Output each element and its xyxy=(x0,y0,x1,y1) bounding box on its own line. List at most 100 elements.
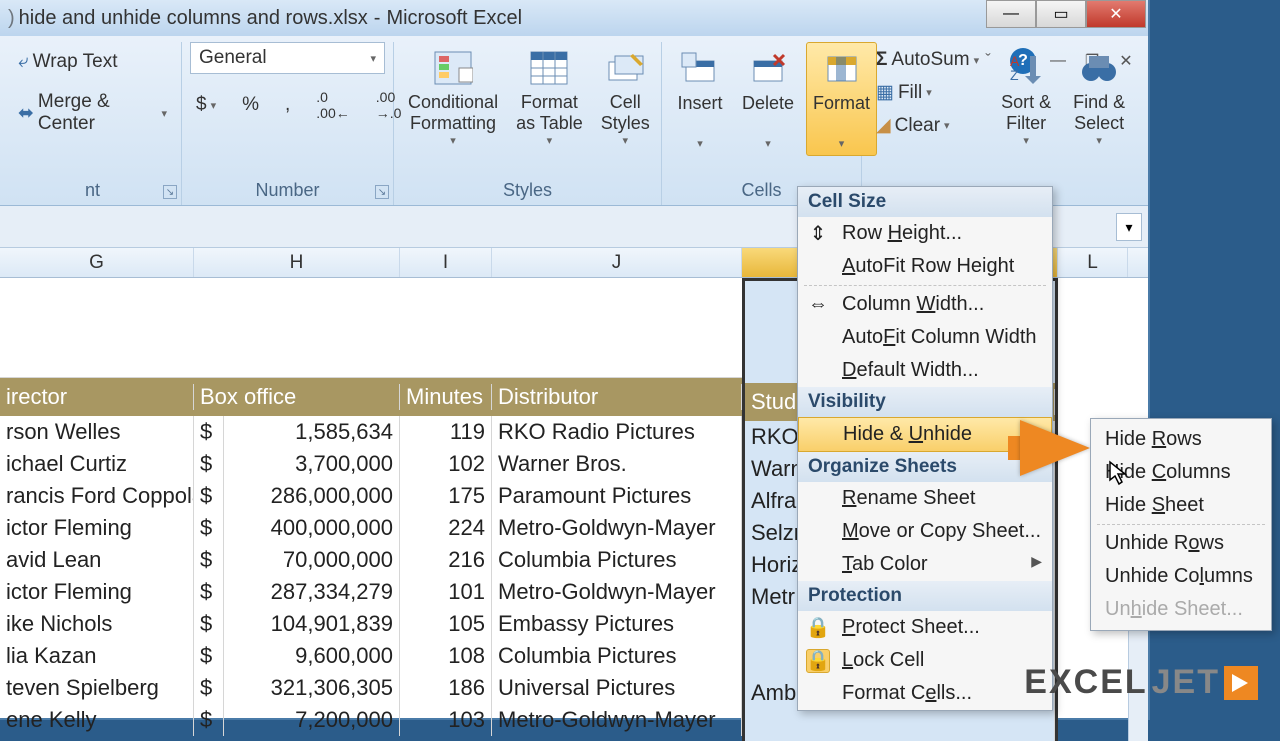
table-row[interactable]: ictor Fleming$400,000,000224Metro-Goldwy… xyxy=(0,512,742,544)
delete-label: Delete xyxy=(742,93,794,114)
column-width-icon: ⇔ xyxy=(806,293,830,317)
wrap-text-icon: ⤶ xyxy=(18,51,29,73)
insert-button[interactable]: Insert▾ xyxy=(670,43,730,155)
sort-filter-label: Sort & Filter xyxy=(1001,92,1051,133)
logo-play-icon xyxy=(1224,666,1258,700)
table-row[interactable]: avid Lean$70,000,000216Columbia Pictures xyxy=(0,544,742,576)
menu-autofit-row[interactable]: AutoFit Row Height xyxy=(798,250,1052,283)
number-format-value: General xyxy=(199,47,267,69)
table-row[interactable]: lia Kazan$9,600,000108Columbia Pictures xyxy=(0,640,742,672)
fill-button[interactable]: ▦Fill▾ xyxy=(870,78,985,107)
menu-section-protection: Protection xyxy=(798,581,1052,611)
number-group-label: Number xyxy=(182,180,393,201)
binoculars-icon xyxy=(1075,46,1123,90)
col-header-i[interactable]: I xyxy=(400,248,492,277)
find-select-button[interactable]: Find & Select▾ xyxy=(1067,42,1131,152)
insert-icon xyxy=(676,47,724,91)
menu-autofit-column[interactable]: AutoFit Column Width xyxy=(798,321,1052,354)
conditional-formatting-icon xyxy=(429,46,477,90)
sort-filter-icon: AZ xyxy=(1002,46,1050,90)
fill-icon: ▦ xyxy=(876,81,894,104)
autosum-button[interactable]: ΣAutoSum▾ xyxy=(870,46,985,74)
ribbon: ⤶ Wrap Text ⬌ Merge & Center ▾ nt ↘ Gene… xyxy=(0,36,1148,206)
menu-move-copy[interactable]: Move or Copy Sheet... xyxy=(798,515,1052,548)
mouse-cursor-icon xyxy=(1108,460,1130,492)
menu-tab-color[interactable]: Tab Color▶ xyxy=(798,548,1052,581)
submenu-unhide-rows[interactable]: Unhide Rows xyxy=(1091,527,1271,560)
maximize-button[interactable]: ▭ xyxy=(1036,0,1086,28)
close-button[interactable]: ✕ xyxy=(1086,0,1146,28)
table-row[interactable] xyxy=(745,709,1055,741)
sort-filter-button[interactable]: AZ Sort & Filter▾ xyxy=(995,42,1057,152)
title-bar: ) hide and unhide columns and rows.xlsx … xyxy=(0,0,1148,36)
table-row[interactable]: rancis Ford Coppola$286,000,000175Paramo… xyxy=(0,480,742,512)
window-controls: — ▭ ✕ xyxy=(986,0,1146,28)
menu-format-cells[interactable]: Format Cells... xyxy=(798,677,1052,710)
delete-button[interactable]: Delete▾ xyxy=(736,43,800,155)
callout-arrow xyxy=(1020,420,1090,476)
svg-text:Z: Z xyxy=(1010,67,1019,83)
table-row[interactable]: ene Kelly$7,200,000103Metro-Goldwyn-Maye… xyxy=(0,704,742,736)
alignment-group-label: nt xyxy=(4,180,181,201)
document-title: hide and unhide columns and rows.xlsx xyxy=(19,7,368,30)
alignment-dialog-launcher[interactable]: ↘ xyxy=(163,185,177,199)
col-header-l[interactable]: L xyxy=(1058,248,1128,277)
menu-row-height[interactable]: ⇕ Row Height... xyxy=(798,217,1052,250)
col-header-j[interactable]: J xyxy=(492,248,742,277)
formula-expand-button[interactable]: ▾ xyxy=(1116,213,1142,241)
menu-column-width[interactable]: ⇔ Column Width... xyxy=(798,288,1052,321)
cell-styles-button[interactable]: Cell Styles▾ xyxy=(595,42,656,152)
cell-styles-label: Cell Styles xyxy=(601,92,650,133)
header-director: irector xyxy=(0,384,194,410)
wrap-text-label: Wrap Text xyxy=(33,51,118,73)
table-row[interactable]: ictor Fleming$287,334,279101Metro-Goldwy… xyxy=(0,576,742,608)
header-minutes: Minutes xyxy=(400,384,492,410)
submenu-hide-rows[interactable]: Hide Rows xyxy=(1091,423,1271,456)
lock-highlighted-icon: 🔒 xyxy=(806,649,830,673)
menu-lock-cell[interactable]: 🔒 Lock Cell xyxy=(798,644,1052,677)
table-row[interactable]: rson Welles$1,585,634119RKO Radio Pictur… xyxy=(0,416,742,448)
merge-center-label: Merge & Center xyxy=(38,91,158,135)
comma-button[interactable]: , xyxy=(279,91,296,119)
find-select-label: Find & Select xyxy=(1073,92,1125,133)
hide-unhide-submenu: Hide Rows Hide Columns Hide Sheet Unhide… xyxy=(1090,418,1272,631)
menu-section-visibility: Visibility xyxy=(798,387,1052,417)
number-format-dropdown[interactable]: General ▾ xyxy=(190,42,385,74)
insert-label: Insert xyxy=(677,93,722,114)
percent-button[interactable]: % xyxy=(236,91,265,119)
submenu-hide-sheet[interactable]: Hide Sheet xyxy=(1091,489,1271,522)
minimize-button[interactable]: — xyxy=(986,0,1036,28)
currency-button[interactable]: $▾ xyxy=(190,91,222,119)
submenu-arrow-icon: ▶ xyxy=(1031,553,1042,570)
col-header-h[interactable]: H xyxy=(194,248,400,277)
table-row[interactable]: ike Nichols$104,901,839105Embassy Pictur… xyxy=(0,608,742,640)
format-table-icon xyxy=(525,46,573,90)
format-as-table-button[interactable]: Format as Table▾ xyxy=(510,42,589,152)
chevron-down-icon: ▾ xyxy=(161,107,167,120)
menu-section-cell-size: Cell Size xyxy=(798,187,1052,217)
table-row[interactable]: ichael Curtiz$3,700,000102Warner Bros. xyxy=(0,448,742,480)
number-dialog-launcher[interactable]: ↘ xyxy=(375,185,389,199)
header-box-office: Box office xyxy=(194,384,400,410)
submenu-unhide-columns[interactable]: Unhide Columns xyxy=(1091,560,1271,593)
menu-rename-sheet[interactable]: Rename Sheet xyxy=(798,482,1052,515)
conditional-formatting-label: Conditional Formatting xyxy=(408,92,498,133)
row-height-icon: ⇕ xyxy=(806,222,830,246)
eraser-icon: ◢ xyxy=(876,114,891,137)
menu-protect-sheet[interactable]: 🔒 Protect Sheet... xyxy=(798,611,1052,644)
chevron-down-icon: ▾ xyxy=(370,52,376,65)
clear-button[interactable]: ◢Clear▾ xyxy=(870,111,985,140)
cell-styles-icon xyxy=(601,46,649,90)
header-distributor: Distributor xyxy=(492,384,742,410)
merge-center-button[interactable]: ⬌ Merge & Center ▾ xyxy=(12,88,173,138)
menu-default-width[interactable]: Default Width... xyxy=(798,354,1052,387)
increase-decimal-button[interactable]: .0.00← xyxy=(310,86,355,124)
submenu-unhide-sheet: Unhide Sheet... xyxy=(1091,593,1271,626)
conditional-formatting-button[interactable]: Conditional Formatting▾ xyxy=(402,42,504,152)
delete-icon xyxy=(744,47,792,91)
col-header-g[interactable]: G xyxy=(0,248,194,277)
wrap-text-button[interactable]: ⤶ Wrap Text xyxy=(12,48,123,76)
styles-group-label: Styles xyxy=(394,180,661,201)
merge-icon: ⬌ xyxy=(18,102,34,125)
table-row[interactable]: teven Spielberg$321,306,305186Universal … xyxy=(0,672,742,704)
